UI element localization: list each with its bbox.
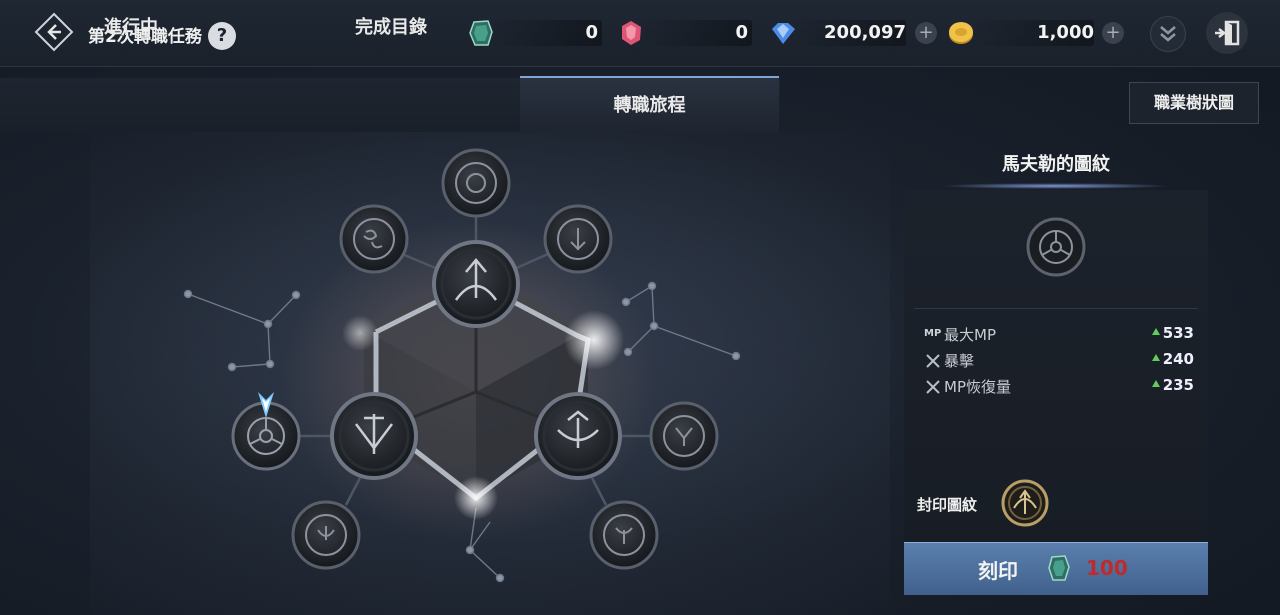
double-chevron-down-icon xyxy=(1160,26,1176,42)
currency-gold-coin: 1,000 xyxy=(946,14,1096,52)
rune-node-major-left[interactable] xyxy=(330,392,418,480)
swords-icon xyxy=(926,354,940,368)
rune-node-major-top[interactable] xyxy=(432,240,520,328)
stat-value: 533 xyxy=(1162,324,1194,342)
rune-node-lower-left[interactable] xyxy=(291,500,361,570)
stat-label: MP恢復量 xyxy=(944,378,1011,396)
buy-gold-button[interactable]: + xyxy=(1102,22,1124,44)
rune-node-upper-left[interactable] xyxy=(339,204,409,274)
increase-arrow-icon xyxy=(1152,354,1160,361)
stat-label: 最大MP xyxy=(944,326,996,344)
class-tree-button[interactable]: 職業樹狀圖 xyxy=(1129,82,1259,124)
rune-node-lower-right[interactable] xyxy=(589,500,659,570)
stat-row-mp-recovery: MP恢復量 235 xyxy=(924,376,1196,398)
buy-diamond-button[interactable]: + xyxy=(915,22,937,44)
exit-door-icon xyxy=(1215,20,1240,46)
rune-node-top[interactable] xyxy=(441,148,511,218)
stat-value: 240 xyxy=(1162,350,1194,368)
green-crystal-icon xyxy=(1048,555,1070,581)
stat-row-max-mp: MP 最大MP 533 xyxy=(924,324,1196,346)
rune-graph xyxy=(183,148,741,583)
stat-value: 235 xyxy=(1162,376,1194,394)
selected-rune-icon xyxy=(1026,217,1086,277)
stat-row-critical: 暴擊 240 xyxy=(924,350,1196,372)
gold-coin-value: 1,000 xyxy=(1037,22,1094,43)
swords-icon xyxy=(926,380,940,394)
rune-node-right[interactable] xyxy=(649,401,719,471)
rune-node-upper-right[interactable] xyxy=(543,204,613,274)
rune-title: 馬夫勒的圖紋 xyxy=(1002,154,1110,175)
divider xyxy=(914,308,1198,309)
mp-icon: MP xyxy=(924,328,942,339)
increase-arrow-icon xyxy=(1152,328,1160,335)
rune-node-major-right[interactable] xyxy=(534,392,622,480)
increase-arrow-icon xyxy=(1152,380,1160,387)
engrave-label: 刻印 xyxy=(978,559,1018,583)
title-glow xyxy=(940,183,1170,189)
exit-button[interactable] xyxy=(1206,12,1248,54)
collapse-button[interactable] xyxy=(1150,16,1186,52)
seal-rune-icon[interactable] xyxy=(1000,478,1050,528)
seal-rune-label: 封印圖紋 xyxy=(917,496,978,514)
stat-label: 暴擊 xyxy=(944,352,975,370)
engrave-cost: 100 xyxy=(1086,556,1128,580)
